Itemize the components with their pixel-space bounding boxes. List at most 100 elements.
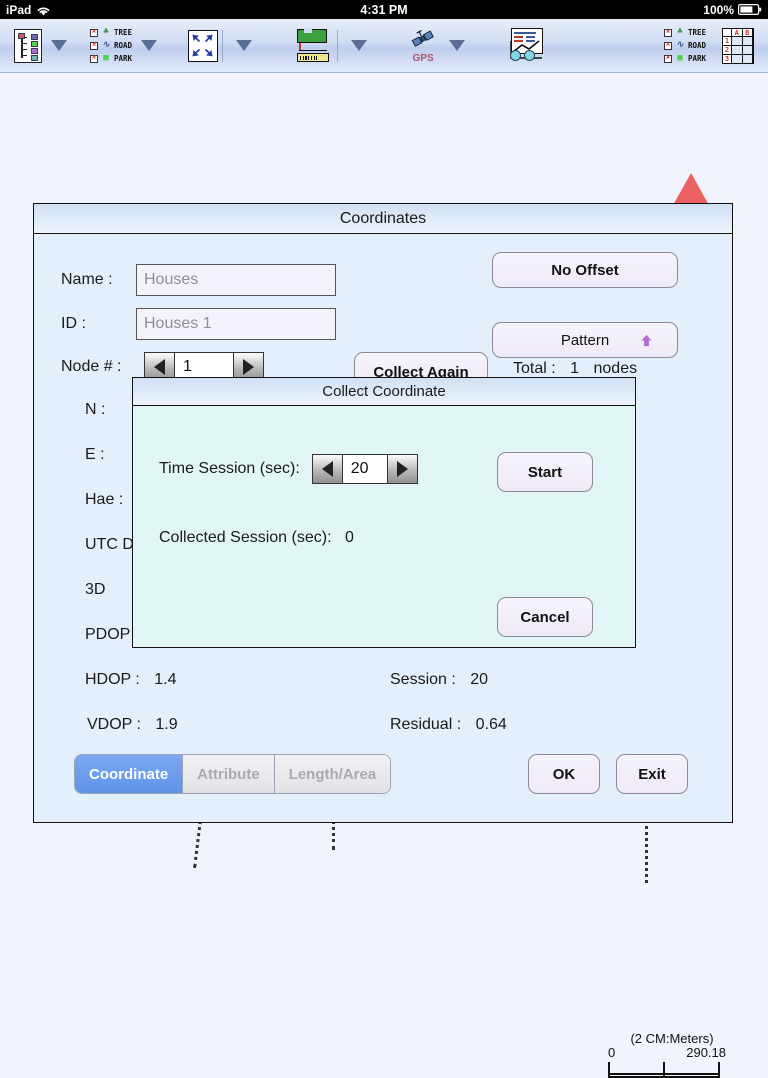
utc-date-label: UTC D: [85, 536, 134, 553]
zoom-extents-icon: [188, 29, 219, 62]
total-label: Total :: [513, 360, 556, 377]
decrement-time-button[interactable]: [312, 455, 343, 483]
spreadsheet-icon: A B 1 2 3: [722, 27, 754, 64]
fix-3d-label: 3D: [85, 581, 106, 598]
layer-legend-icon: ♣TREE ∿ROAD ■PARK: [90, 27, 132, 64]
total-units-label: nodes: [593, 360, 638, 377]
collected-session-row: Collected Session (sec): 0: [159, 529, 354, 547]
name-input[interactable]: Houses: [136, 264, 336, 296]
sheet-cell: [742, 36, 753, 46]
scale-bar-max-label: 290.18: [686, 1045, 726, 1060]
pattern-button[interactable]: Pattern: [492, 322, 678, 358]
e-label: E :: [85, 446, 105, 463]
graph-button[interactable]: [502, 27, 544, 64]
tab-length-area[interactable]: Length/Area: [274, 755, 391, 793]
chevron-down-icon[interactable]: [351, 40, 368, 51]
residual-label: Residual :: [390, 716, 462, 733]
graph-cart-icon: [502, 27, 544, 64]
hdop-row: HDOP : 1.4: [85, 671, 177, 689]
scale-bar: (2 CM:Meters) 0 290.18: [608, 1031, 758, 1078]
legend-label: PARK: [114, 54, 133, 63]
vdop-value: 1.9: [155, 716, 178, 733]
sheet-row-header: 3: [723, 54, 732, 64]
exit-button[interactable]: Exit: [616, 754, 688, 794]
scale-bar-min-label: 0: [608, 1045, 616, 1060]
ios-status-bar: iPad 4:31 PM 100%: [0, 0, 768, 19]
toolbar-divider: [222, 29, 224, 62]
gps-satellite-icon: GPS: [406, 28, 440, 64]
id-field-row: ID : Houses 1: [61, 308, 336, 340]
scale-bar-labels: 0 290.18: [608, 1045, 726, 1060]
total-value: 1: [570, 360, 580, 377]
increment-time-button[interactable]: [386, 455, 417, 483]
legend-label: TREE: [114, 28, 133, 37]
scale-bar-caption: (2 CM:Meters): [630, 1031, 714, 1046]
zoom-extents-button[interactable]: [188, 29, 219, 62]
sheet-col-header: A: [732, 28, 743, 37]
pdop-label: PDOP: [85, 626, 131, 643]
residual-value: 0.64: [475, 716, 507, 733]
chevron-down-icon[interactable]: [141, 40, 158, 51]
dialog-tab-bar: Coordinate Attribute Length/Area: [74, 754, 392, 794]
sheet-cell: [732, 54, 743, 64]
collect-coordinate-modal: Collect Coordinate Time Session (sec): 2…: [132, 377, 636, 648]
tab-attribute[interactable]: Attribute: [183, 755, 275, 793]
layers-list-icon: [14, 28, 42, 63]
map-feature-line: [193, 819, 202, 869]
sheet-row-header: 1: [723, 36, 732, 46]
layer-list-button[interactable]: [14, 28, 42, 63]
modal-title: Collect Coordinate: [133, 378, 635, 406]
collected-session-value: 0: [344, 529, 354, 546]
tab-coordinate[interactable]: Coordinate: [75, 755, 184, 793]
time-session-row: Time Session (sec): 20: [159, 454, 418, 484]
legend-label: PARK: [687, 54, 706, 63]
map-feature-line: [645, 820, 648, 883]
toolbar-divider: [337, 29, 339, 62]
gps-label: GPS: [412, 52, 434, 64]
spreadsheet-button[interactable]: A B 1 2 3: [722, 27, 754, 64]
legend-label: ROAD: [114, 41, 133, 50]
n-label: N :: [85, 401, 106, 418]
triangle-left-icon: [154, 359, 165, 375]
collected-session-label: Collected Session (sec):: [159, 529, 332, 546]
time-session-value: 20: [342, 455, 387, 483]
legend-label: ROAD: [687, 41, 706, 50]
name-label: Name :: [61, 271, 113, 288]
hae-label: Hae :: [85, 491, 124, 508]
battery-percent-label: 100%: [703, 2, 734, 17]
session-label: Session :: [390, 671, 456, 688]
measure-ruler-icon: [295, 27, 333, 64]
time-session-stepper[interactable]: 20: [311, 454, 418, 484]
total-nodes-row: Total : 1 nodes: [513, 360, 637, 378]
ok-button[interactable]: OK: [528, 754, 600, 794]
main-toolbar: ♣TREE ∿ROAD ■PARK: [0, 19, 768, 73]
modal-body: Time Session (sec): 20 Start Collected S…: [133, 406, 635, 647]
id-input[interactable]: Houses 1: [136, 308, 336, 340]
sheet-cell: [732, 36, 743, 46]
measure-button[interactable]: [295, 27, 333, 64]
layer-visibility-button[interactable]: ♣TREE ∿ROAD ■PARK: [90, 27, 132, 64]
triangle-left-icon: [321, 461, 333, 477]
gps-button[interactable]: GPS: [406, 28, 440, 64]
status-bar-clock: 4:31 PM: [360, 2, 408, 17]
chevron-down-icon[interactable]: [51, 40, 67, 51]
hdop-label: HDOP :: [85, 671, 140, 688]
no-offset-button[interactable]: No Offset: [492, 252, 678, 288]
chevron-down-icon[interactable]: [449, 40, 466, 51]
sheet-corner: [723, 28, 732, 37]
triangle-right-icon: [396, 461, 408, 477]
name-field-row: Name : Houses: [61, 264, 336, 296]
legend-panel-button[interactable]: ♣TREE ∿ROAD ■PARK: [663, 27, 706, 64]
up-arrow-icon: [640, 334, 653, 347]
hdop-value: 1.4: [154, 671, 177, 688]
id-label: ID :: [61, 315, 86, 332]
cancel-button[interactable]: Cancel: [497, 597, 593, 637]
battery-icon: [738, 4, 762, 16]
start-button[interactable]: Start: [497, 452, 593, 492]
vdop-label: VDOP :: [87, 716, 141, 733]
chevron-down-icon[interactable]: [236, 40, 253, 51]
pattern-label: Pattern: [560, 331, 610, 349]
sheet-row-header: 2: [723, 45, 732, 55]
triangle-right-icon: [243, 359, 254, 375]
sheet-col-header: B: [742, 28, 753, 37]
